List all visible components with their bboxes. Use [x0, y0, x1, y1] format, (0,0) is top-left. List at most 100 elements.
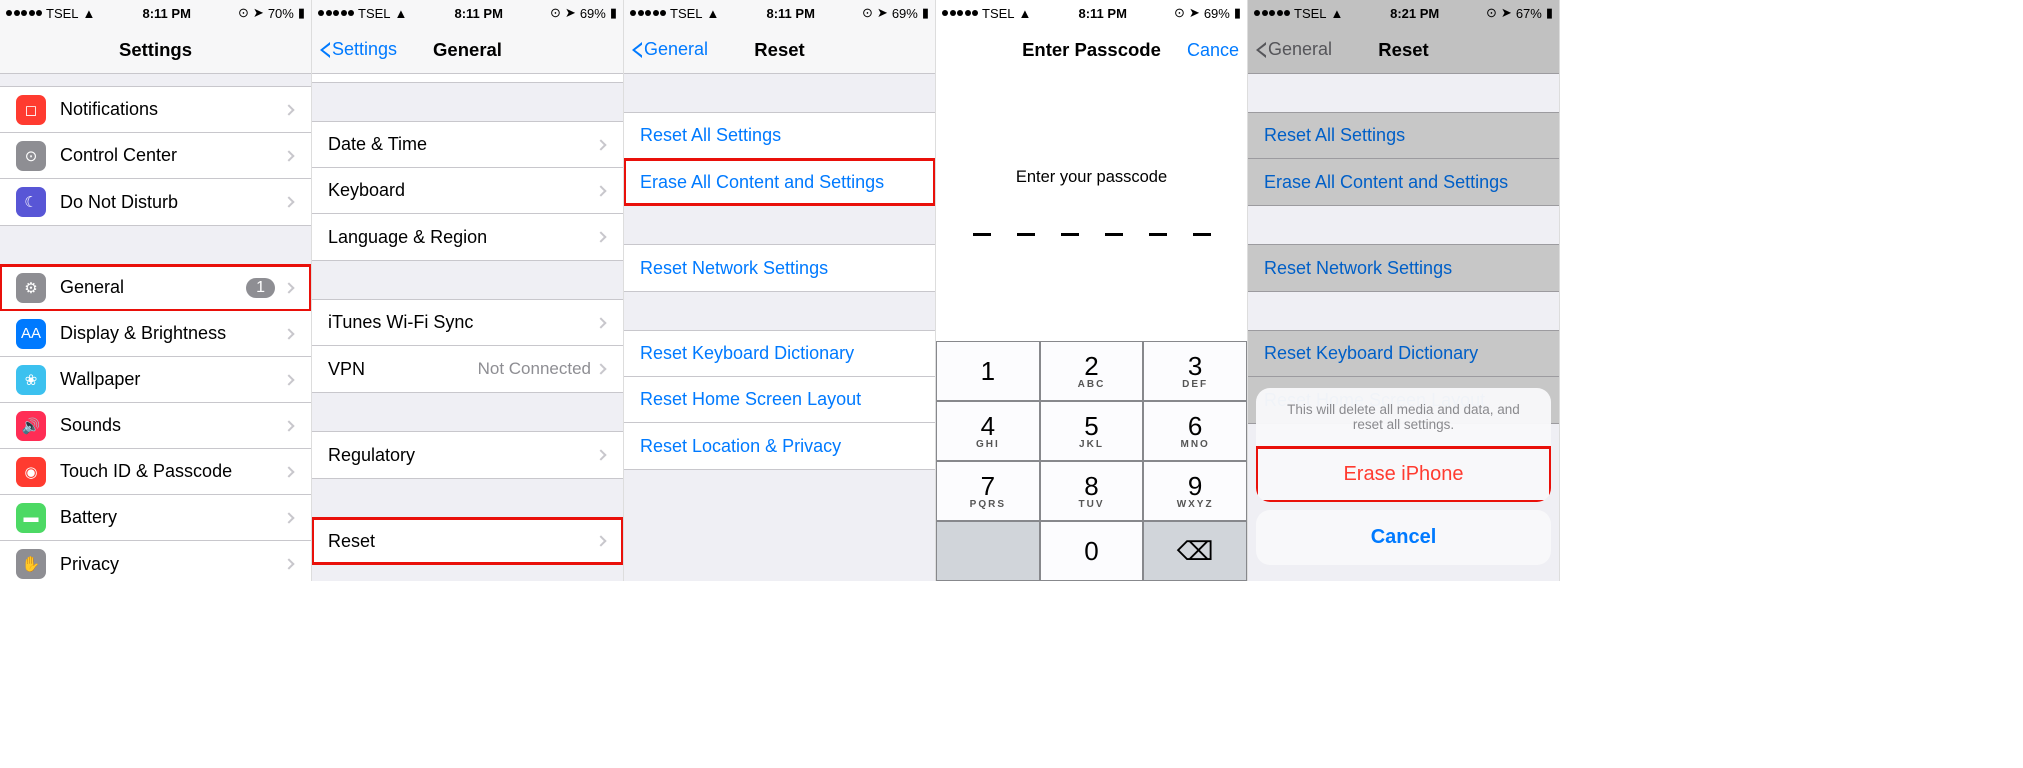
- settings-row-control-center[interactable]: ⊙ Control Center: [0, 133, 311, 179]
- clock: 8:11 PM: [766, 6, 814, 21]
- back-label: General: [1268, 39, 1332, 60]
- keypad-1[interactable]: 1: [936, 341, 1040, 401]
- chevron-right-icon: [595, 231, 606, 242]
- nav-title: Enter Passcode: [1022, 39, 1161, 61]
- battery-icon: ▮: [1546, 5, 1553, 21]
- key-letters: MNO: [1180, 439, 1209, 450]
- row-label: Display & Brightness: [60, 323, 285, 344]
- alarm-icon: ⊙: [1174, 5, 1185, 21]
- chevron-right-icon: [595, 535, 606, 546]
- back-button[interactable]: General: [1256, 39, 1332, 60]
- location-icon: ➤: [565, 5, 576, 21]
- settings-row-notifications[interactable]: ◻ Notifications: [0, 87, 311, 133]
- chevron-right-icon: [283, 104, 294, 115]
- row-reset-network-settings[interactable]: Reset Network Settings: [624, 245, 935, 291]
- row-reset-keyboard-dictionary[interactable]: Reset Keyboard Dictionary: [624, 331, 935, 377]
- row-reset-all-settings[interactable]: Reset All Settings: [624, 113, 935, 159]
- key-number: 4: [981, 413, 995, 439]
- row-reset-location-privacy[interactable]: Reset Location & Privacy: [624, 423, 935, 469]
- chevron-right-icon: [283, 196, 294, 207]
- settings-row-touch-id-passcode[interactable]: ◉ Touch ID & Passcode: [0, 449, 311, 495]
- settings-row-sounds[interactable]: 🔊 Sounds: [0, 403, 311, 449]
- key-number: 1: [981, 358, 995, 384]
- status-bar: TSEL▲ 8:11 PM ⊙➤69%▮: [936, 0, 1247, 26]
- row-erase-all-content-and-settings[interactable]: Erase All Content and Settings: [624, 159, 935, 205]
- row-reset-network-settings[interactable]: Reset Network Settings: [1248, 245, 1559, 291]
- general-group-reg: Regulatory: [312, 431, 623, 479]
- key-number: 2: [1084, 353, 1098, 379]
- row-language-region[interactable]: Language & Region: [312, 214, 623, 260]
- restrictions-row[interactable]: [312, 74, 623, 82]
- key-number: 0: [1084, 538, 1098, 564]
- wifi-icon: ▲: [707, 6, 720, 21]
- signal-icon: [318, 10, 354, 16]
- keypad-7[interactable]: 7PQRS: [936, 461, 1040, 521]
- row-reset[interactable]: Reset: [312, 518, 623, 564]
- row-label: Reset Location & Privacy: [640, 436, 919, 457]
- nav-title: Reset: [1378, 39, 1428, 61]
- sheet-message: This will delete all media and data, and…: [1256, 388, 1551, 447]
- key-number: 6: [1188, 413, 1202, 439]
- location-icon: ➤: [253, 5, 264, 21]
- row-keyboard[interactable]: Keyboard: [312, 168, 623, 214]
- row-label: Touch ID & Passcode: [60, 461, 285, 482]
- settings-row-general[interactable]: ⚙ General 1: [0, 265, 311, 311]
- back-button[interactable]: General: [632, 39, 708, 60]
- chevron-right-icon: [595, 363, 606, 374]
- row-value: Not Connected: [478, 359, 591, 379]
- row-itunes-wi-fi-sync[interactable]: iTunes Wi-Fi Sync: [312, 300, 623, 346]
- row-icon: AA: [16, 319, 46, 349]
- carrier: TSEL: [982, 6, 1015, 21]
- reset-group-1: Reset All Settings Erase All Content and…: [624, 112, 935, 206]
- nav-title: General: [433, 39, 502, 61]
- chevron-right-icon: [283, 328, 294, 339]
- keypad-6[interactable]: 6MNO: [1143, 401, 1247, 461]
- keypad-8[interactable]: 8TUV: [1040, 461, 1144, 521]
- keypad-delete[interactable]: ⌫: [1143, 521, 1247, 581]
- row-reset-keyboard-dictionary[interactable]: Reset Keyboard Dictionary: [1248, 331, 1559, 377]
- wifi-icon: ▲: [395, 6, 408, 21]
- row-regulatory[interactable]: Regulatory: [312, 432, 623, 478]
- keypad-3[interactable]: 3DEF: [1143, 341, 1247, 401]
- row-reset-all-settings[interactable]: Reset All Settings: [1248, 113, 1559, 159]
- clock: 8:11 PM: [454, 6, 502, 21]
- sheet-cancel-button[interactable]: Cancel: [1256, 510, 1551, 565]
- row-date-time[interactable]: Date & Time: [312, 122, 623, 168]
- row-label: Erase All Content and Settings: [1264, 172, 1543, 193]
- settings-row-display-brightness[interactable]: AA Display & Brightness: [0, 311, 311, 357]
- reset-group-1: Reset All Settings Erase All Content and…: [1248, 112, 1559, 206]
- settings-group-2: ⚙ General 1 AA Display & Brightness ❀ Wa…: [0, 264, 311, 581]
- settings-row-wallpaper[interactable]: ❀ Wallpaper: [0, 357, 311, 403]
- keypad-5[interactable]: 5JKL: [1040, 401, 1144, 461]
- keypad-2[interactable]: 2ABC: [1040, 341, 1144, 401]
- row-icon: ◉: [16, 457, 46, 487]
- row-erase-all-content-and-settings[interactable]: Erase All Content and Settings: [1248, 159, 1559, 205]
- row-vpn[interactable]: VPN Not Connected: [312, 346, 623, 392]
- nav-title: Settings: [119, 39, 192, 61]
- row-label: Privacy: [60, 554, 285, 575]
- keypad-9[interactable]: 9WXYZ: [1143, 461, 1247, 521]
- row-reset-home-screen-layout[interactable]: Reset Home Screen Layout: [624, 377, 935, 423]
- row-label: Language & Region: [328, 227, 597, 248]
- signal-icon: [630, 10, 666, 16]
- nav-bar: General Reset: [624, 26, 935, 74]
- row-label: Reset Network Settings: [1264, 258, 1543, 279]
- settings-row-battery[interactable]: ▬ Battery: [0, 495, 311, 541]
- chevron-right-icon: [283, 282, 294, 293]
- battery-icon: ▮: [610, 5, 617, 21]
- status-bar: TSEL▲ 8:11 PM ⊙➤69%▮: [624, 0, 935, 26]
- settings-row-privacy[interactable]: ✋ Privacy: [0, 541, 311, 581]
- screen-erase-confirm: TSEL▲ 8:21 PM ⊙➤67%▮ General Reset Reset…: [1248, 0, 1560, 581]
- row-label: Reset All Settings: [1264, 125, 1543, 146]
- cancel-button[interactable]: Cance: [1187, 40, 1239, 61]
- row-label: Control Center: [60, 145, 285, 166]
- key-letters: WXYZ: [1177, 499, 1214, 510]
- key-number: 8: [1084, 473, 1098, 499]
- back-button[interactable]: Settings: [320, 39, 397, 60]
- keypad-4[interactable]: 4GHI: [936, 401, 1040, 461]
- numeric-keypad: 12ABC3DEF4GHI5JKL6MNO7PQRS8TUV9WXYZ0⌫: [936, 341, 1247, 581]
- nav-bar: Settings: [0, 26, 311, 74]
- keypad-0[interactable]: 0: [1040, 521, 1144, 581]
- settings-row-do-not-disturb[interactable]: ☾ Do Not Disturb: [0, 179, 311, 225]
- erase-iphone-button[interactable]: Erase iPhone: [1256, 447, 1551, 502]
